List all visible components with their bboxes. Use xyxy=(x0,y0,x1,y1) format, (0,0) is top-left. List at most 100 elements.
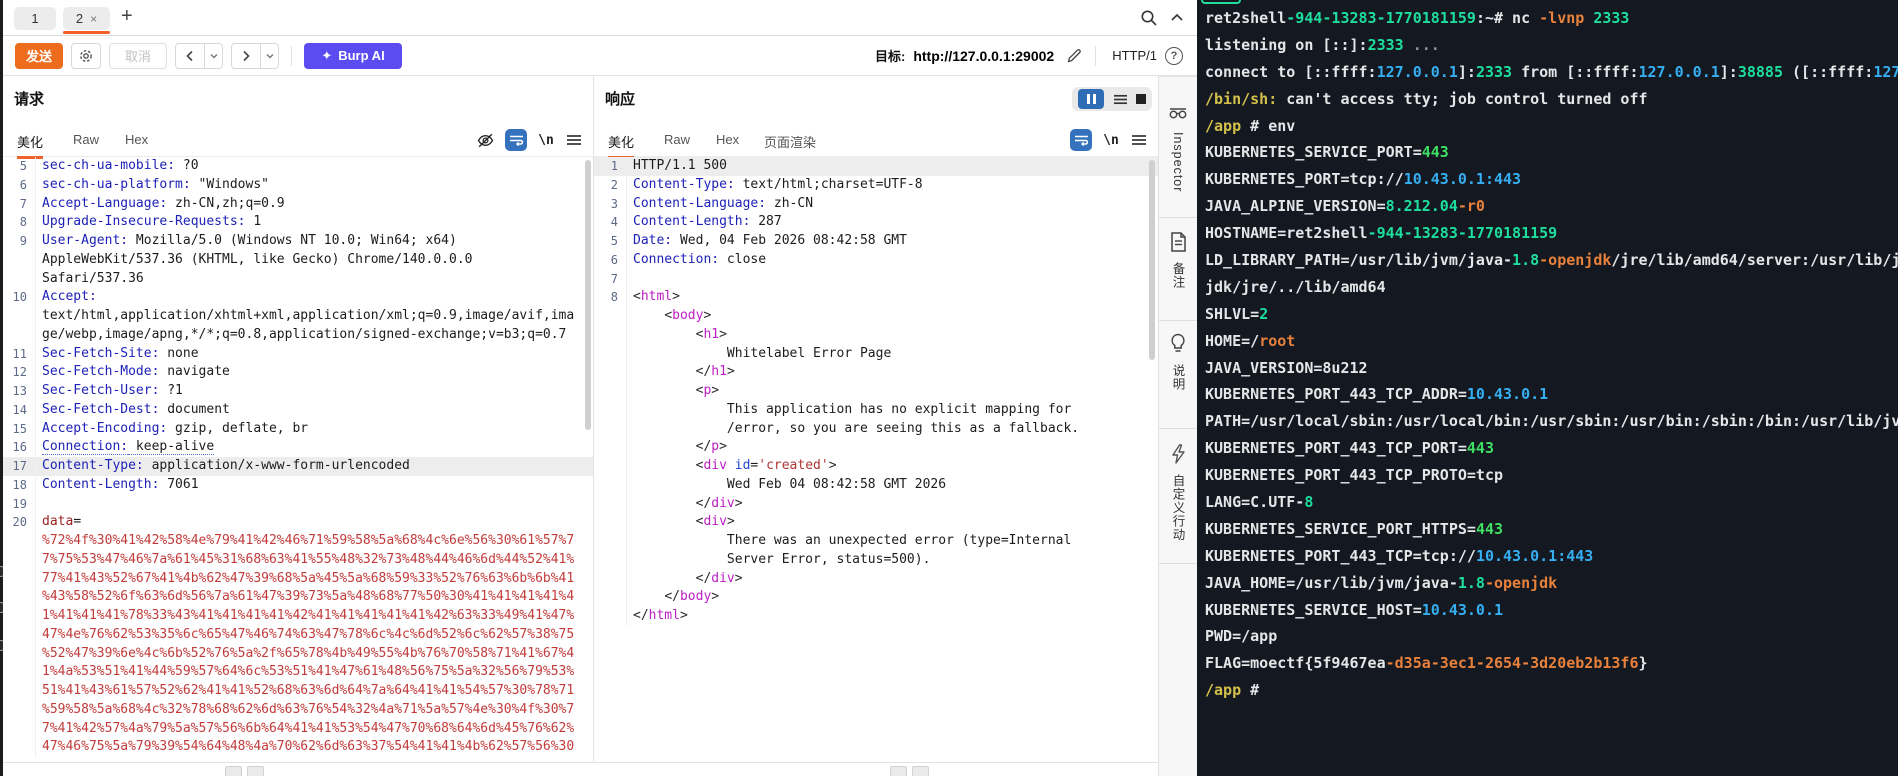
editor-line: /error, so you are seeing this as a fall… xyxy=(594,420,1158,439)
tab-hex[interactable]: Hex xyxy=(716,132,739,147)
line-number xyxy=(594,401,627,420)
request-scrollbar[interactable] xyxy=(585,160,591,430)
terminal-line: PWD=/app xyxy=(1205,623,1898,650)
request-editor[interactable]: 5sec-ch-ua-mobile: ?06sec-ch-ua-platform… xyxy=(3,157,593,762)
terminal-line: KUBERNETES_PORT_443_TCP_PORT=443 xyxy=(1205,435,1898,462)
tab-render[interactable]: 页面渲染 xyxy=(764,132,816,151)
close-tab-icon[interactable]: × xyxy=(90,12,97,26)
line-number: 5 xyxy=(594,232,627,251)
editor-line: </body> xyxy=(594,588,1158,607)
search-icon[interactable] xyxy=(1140,9,1158,27)
line-number: 1 xyxy=(594,157,627,176)
back-button[interactable] xyxy=(175,43,205,69)
pause-button[interactable] xyxy=(1078,89,1104,109)
lightbulb-icon xyxy=(1168,332,1188,355)
send-button[interactable]: 发送 xyxy=(15,43,63,69)
line-number xyxy=(594,476,627,495)
request-panel-title: 请求 xyxy=(14,88,44,109)
sidebar-label: 说明 xyxy=(1169,364,1188,391)
bottom-tool-button[interactable] xyxy=(890,766,907,776)
tab-raw[interactable]: Raw xyxy=(73,132,99,147)
help-icon[interactable]: ? xyxy=(1165,47,1183,65)
bottom-tool-button[interactable] xyxy=(912,766,929,776)
editor-line: 7%75%53%47%46%7a%61%45%31%68%63%41%55%48… xyxy=(3,551,593,570)
main-toolbar: 发送 取消 ✦ Burp AI 目标: http://127.0.0.1:290… xyxy=(3,36,1197,76)
toolbar-divider xyxy=(291,46,292,66)
editor-menu-icon[interactable] xyxy=(1128,129,1150,151)
editor-line: 5sec-ch-ua-mobile: ?0 xyxy=(3,157,593,176)
send-settings-button[interactable] xyxy=(71,43,101,69)
bottom-tool-button[interactable] xyxy=(225,766,242,776)
forward-dropdown-button[interactable] xyxy=(261,43,279,69)
http-version-selector[interactable]: HTTP/1 xyxy=(1112,48,1157,63)
tab-label: 2 xyxy=(76,11,83,26)
hide-eye-icon[interactable] xyxy=(474,129,496,151)
word-wrap-icon xyxy=(505,129,527,151)
line-number xyxy=(3,326,36,345)
stop-icon[interactable] xyxy=(1136,94,1146,104)
editor-menu-icon[interactable] xyxy=(563,129,585,151)
terminal-line: connect to [::ffff:127.0.0.1]:2333 from … xyxy=(1205,59,1898,86)
editor-line: 6sec-ch-ua-platform: "Windows" xyxy=(3,176,593,195)
editor-line: text/html,application/xhtml+xml,applicat… xyxy=(3,307,593,326)
terminal-line: KUBERNETES_SERVICE_PORT=443 xyxy=(1205,139,1898,166)
bottom-tool-button[interactable] xyxy=(247,766,264,776)
editor-line: %59%58%5a%68%4c%32%78%68%62%6d%63%76%54%… xyxy=(3,701,593,720)
line-number: 9 xyxy=(3,232,36,251)
editor-line: 51%41%43%61%57%52%62%41%41%52%68%63%6d%6… xyxy=(3,682,593,701)
show-newline-toggle[interactable]: \n xyxy=(535,129,557,151)
forward-button[interactable] xyxy=(231,43,261,69)
editor-line: 18Content-Length: 7061 xyxy=(3,476,593,495)
tab-beautify[interactable]: 美化 xyxy=(608,132,634,159)
line-number xyxy=(3,270,36,289)
sidebar-item-notes[interactable]: 备注 xyxy=(1159,218,1197,321)
show-newline-toggle[interactable]: \n xyxy=(1100,129,1122,151)
request-tab-1[interactable]: 1 xyxy=(14,7,56,30)
collapse-chevron-icon[interactable] xyxy=(1168,9,1186,27)
response-editor[interactable]: 1HTTP/1.1 5002Content-Type: text/html;ch… xyxy=(594,157,1158,762)
sidebar-item-inspector[interactable]: Inspector xyxy=(1159,77,1197,218)
cancel-button[interactable]: 取消 xyxy=(109,43,167,69)
request-tab-2-active[interactable]: 2 × xyxy=(63,7,110,30)
response-panel: 响应 美化 Raw Hex 页面渲染 \n 1HTTP/1.1 5002Cont… xyxy=(594,76,1158,762)
sparkles-icon: ✦ xyxy=(321,48,332,64)
line-number: 20 xyxy=(3,513,36,532)
terminal[interactable]: ret2shell-944-13283-1770181159:~# nc -lv… xyxy=(1197,0,1898,776)
response-bottom-buttons xyxy=(890,766,929,776)
sidebar-item-custom-actions[interactable]: 自定义行动 xyxy=(1159,429,1197,564)
line-number xyxy=(594,570,627,589)
burp-ai-button[interactable]: ✦ Burp AI xyxy=(304,43,402,69)
tab-hex[interactable]: Hex xyxy=(125,132,148,147)
edit-target-pencil-icon[interactable] xyxy=(1066,47,1083,64)
burp-ai-label: Burp AI xyxy=(338,48,384,63)
back-dropdown-button[interactable] xyxy=(205,43,223,69)
menu-icon[interactable] xyxy=(1113,93,1128,106)
editor-line: </h1> xyxy=(594,363,1158,382)
line-number xyxy=(594,326,627,345)
editor-line: <div> xyxy=(594,513,1158,532)
terminal-line: jdk/jre/../lib/amd64 xyxy=(1205,274,1898,301)
line-number xyxy=(3,532,36,551)
line-number xyxy=(594,513,627,532)
line-number xyxy=(3,607,36,626)
line-number xyxy=(594,588,627,607)
sidebar-label: Inspector xyxy=(1171,132,1185,192)
word-wrap-toggle[interactable] xyxy=(505,129,527,151)
word-wrap-toggle[interactable] xyxy=(1070,129,1092,151)
line-number: 15 xyxy=(3,420,36,439)
line-number: 10 xyxy=(3,288,36,307)
editor-line: Server Error, status=500). xyxy=(594,551,1158,570)
tab-beautify[interactable]: 美化 xyxy=(17,132,43,159)
newline-glyph: \n xyxy=(538,133,554,148)
terminal-line: FLAG=moectf{5f9467ea-d35a-3ec1-2654-3d20… xyxy=(1205,650,1898,677)
line-number: 5 xyxy=(3,157,36,176)
editor-line: Safari/537.36 xyxy=(3,270,593,289)
editor-line: AppleWebKit/537.36 (KHTML, like Gecko) C… xyxy=(3,251,593,270)
tab-raw[interactable]: Raw xyxy=(664,132,690,147)
new-tab-button[interactable]: + xyxy=(121,5,133,28)
editor-line: 19 xyxy=(3,495,593,514)
response-scrollbar[interactable] xyxy=(1149,160,1155,360)
editor-line: 12Sec-Fetch-Mode: navigate xyxy=(3,363,593,382)
editor-line: 15Accept-Encoding: gzip, deflate, br xyxy=(3,420,593,439)
sidebar-item-description[interactable]: 说明 xyxy=(1159,321,1197,429)
